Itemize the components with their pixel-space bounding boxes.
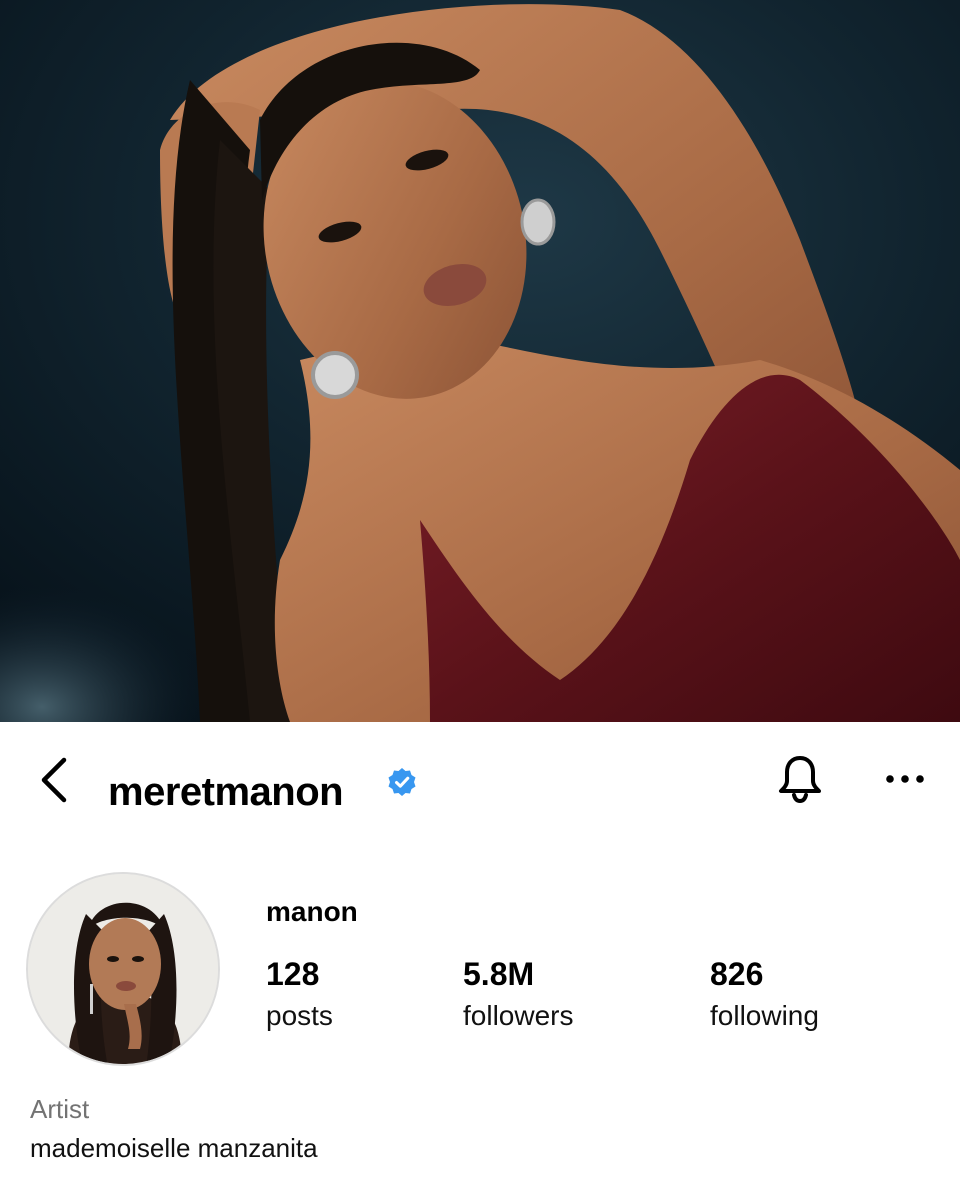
followers-count[interactable]: 5.8M followers: [463, 958, 573, 1032]
profile-username: meretmanon: [108, 770, 344, 814]
profile-category: Artist: [30, 1094, 90, 1124]
profile-info: manon 128 posts 5.8M followers 826 follo…: [0, 860, 960, 1200]
bell-icon: [779, 756, 821, 804]
following-label: following: [710, 1000, 819, 1031]
notifications-button[interactable]: [772, 750, 828, 806]
chevron-left-icon: [41, 757, 67, 803]
ellipsis-icon: [886, 775, 924, 783]
back-button[interactable]: [30, 752, 80, 808]
following-value: 826: [710, 956, 764, 992]
posts-count[interactable]: 128 posts: [266, 958, 333, 1032]
posts-label: posts: [266, 1000, 333, 1031]
more-options-button[interactable]: [880, 764, 930, 794]
cover-photo: [0, 0, 960, 722]
profile-header: meretmanon: [0, 722, 960, 842]
verified-badge-icon: [386, 766, 418, 798]
profile-bio: mademoiselle manzanita: [30, 1133, 318, 1163]
posts-value: 128: [266, 956, 320, 992]
avatar[interactable]: [26, 872, 220, 1066]
display-name: manon: [266, 896, 358, 927]
cover-photo-illustration: [0, 0, 960, 722]
avatar-illustration: [28, 874, 218, 1064]
followers-value: 5.8M: [463, 956, 535, 992]
followers-label: followers: [463, 1000, 574, 1031]
following-count[interactable]: 826 following: [710, 958, 819, 1032]
